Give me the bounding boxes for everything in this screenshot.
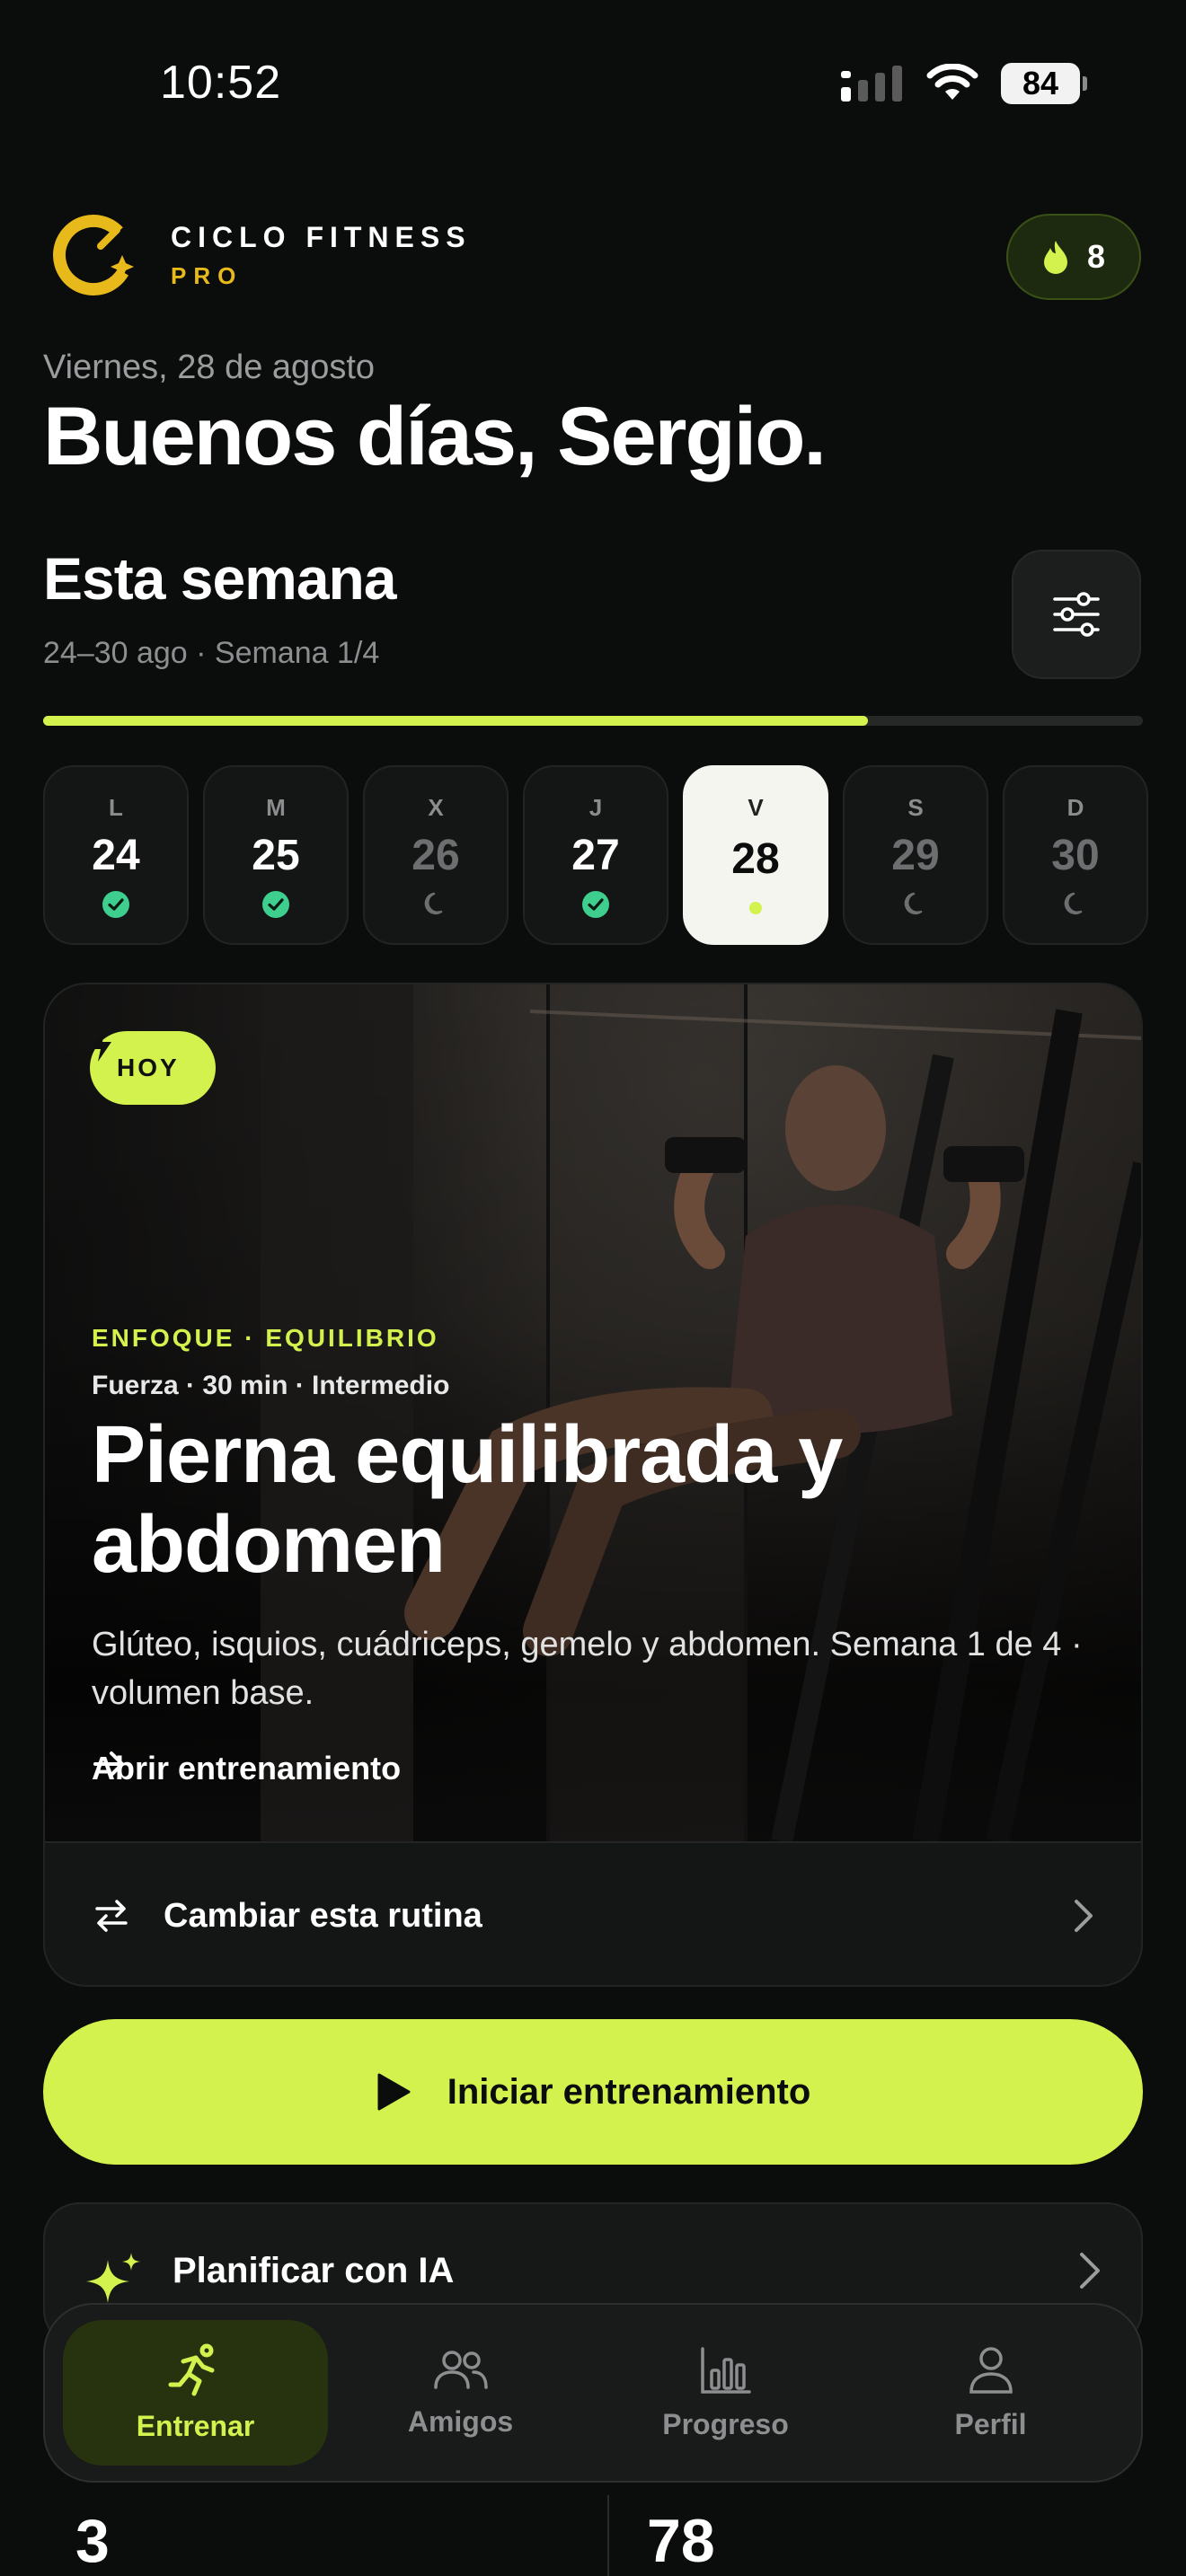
- nav-label: Entrenar: [136, 2409, 255, 2442]
- moon-icon: [1064, 892, 1083, 915]
- day-selector: L 24 M 25 X 26 J 27 V 28 S 29 D 30: [43, 765, 1148, 945]
- day-30[interactable]: D 30: [1003, 765, 1148, 945]
- today-badge: HOY: [90, 1031, 216, 1105]
- play-icon: [377, 2073, 411, 2111]
- day-letter: V: [748, 794, 764, 821]
- status-time: 10:52: [160, 57, 282, 109]
- day-letter: M: [266, 794, 286, 821]
- moon-icon: [424, 892, 443, 915]
- start-workout-label: Iniciar entrenamiento: [447, 2071, 811, 2112]
- bottom-nav: Entrenar Amigos Progreso Perfil: [43, 2303, 1143, 2483]
- runner-icon: [168, 2343, 214, 2395]
- wifi-icon: [926, 64, 978, 100]
- swap-icon: [95, 1900, 128, 1932]
- flame-icon: [1043, 241, 1067, 274]
- day-28[interactable]: V 28: [683, 765, 828, 945]
- day-29[interactable]: S 29: [843, 765, 988, 945]
- day-letter: S: [907, 794, 924, 821]
- nav-label: Amigos: [407, 2404, 514, 2438]
- day-letter: X: [428, 794, 444, 821]
- stat-value-right: 78: [647, 2507, 715, 2575]
- check-circle-icon: [582, 891, 609, 918]
- streak-badge[interactable]: 8: [1006, 214, 1141, 300]
- nav-item-progreso[interactable]: Progreso: [593, 2320, 858, 2466]
- day-status: [749, 893, 762, 923]
- sliders-icon: [1053, 592, 1100, 637]
- day-27[interactable]: J 27: [523, 765, 668, 945]
- day-letter: D: [1067, 794, 1084, 821]
- sparkles-icon: [86, 2253, 140, 2303]
- filter-button[interactable]: [1012, 550, 1141, 679]
- brand-name: CICLO FITNESS: [171, 221, 472, 253]
- friends-icon: [433, 2350, 488, 2389]
- greeting-title: Buenos días, Sergio.: [43, 391, 827, 482]
- nav-item-entrenar[interactable]: Entrenar: [63, 2320, 328, 2466]
- day-number: 30: [1051, 832, 1100, 879]
- workout-card[interactable]: HOY ENFOQUE · EQUILIBRIO Fuerza · 30 min…: [43, 983, 1143, 1987]
- day-status: [581, 889, 610, 920]
- status-icons: 84: [841, 63, 1087, 104]
- day-status: [421, 889, 450, 920]
- open-workout-label: Abrir entrenamiento: [92, 1750, 402, 1786]
- today-dot: [749, 902, 762, 914]
- day-status: [1061, 889, 1090, 920]
- day-number: 24: [92, 832, 140, 879]
- ai-plan-label: Planificar con IA: [173, 2251, 455, 2290]
- chevron-right-icon: [1075, 1900, 1093, 1932]
- chart-icon: [700, 2346, 751, 2394]
- week-progress-bar: [43, 716, 1143, 726]
- week-subtitle: 24–30 ago · Semana 1/4: [43, 636, 380, 670]
- nav-item-perfil[interactable]: Perfil: [858, 2320, 1123, 2466]
- workout-focus: ENFOQUE · EQUILIBRIO: [92, 1324, 439, 1352]
- day-number: 29: [891, 832, 940, 879]
- today-badge-label: HOY: [117, 1054, 180, 1081]
- battery-indicator: 84: [1001, 63, 1087, 104]
- bolt-icon: [92, 1031, 111, 1062]
- day-24[interactable]: L 24: [43, 765, 189, 945]
- app-logo-icon: [52, 215, 134, 296]
- day-number: 27: [571, 832, 620, 879]
- day-number: 28: [731, 835, 780, 883]
- profile-icon: [969, 2346, 1013, 2394]
- nav-item-amigos[interactable]: Amigos: [328, 2320, 593, 2466]
- nav-label: Progreso: [662, 2407, 789, 2440]
- signal-icon: [841, 66, 902, 101]
- workout-meta: Fuerza · 30 min · Intermedio: [92, 1371, 450, 1400]
- streak-count: 8: [1086, 238, 1106, 275]
- day-status: [102, 889, 130, 920]
- day-status: [901, 889, 930, 920]
- arrow-right-icon: [93, 1751, 124, 1777]
- week-title: Esta semana: [43, 545, 397, 612]
- week-progress-fill: [43, 716, 868, 726]
- workout-description: Glúteo, isquios, cuádriceps, gemelo y ab…: [92, 1626, 1083, 1712]
- current-date: Viernes, 28 de agosto: [43, 348, 376, 386]
- stat-value-left: 3: [75, 2507, 110, 2575]
- day-number: 26: [412, 832, 460, 879]
- open-workout-link[interactable]: Abrir entrenamiento: [92, 1750, 401, 1787]
- change-routine-row[interactable]: Cambiar esta rutina: [45, 1841, 1141, 1985]
- start-workout-button[interactable]: Iniciar entrenamiento: [43, 2019, 1143, 2165]
- nav-label: Perfil: [954, 2407, 1027, 2440]
- day-letter: J: [589, 794, 603, 821]
- stat-divider: [607, 2495, 609, 2576]
- day-25[interactable]: M 25: [203, 765, 349, 945]
- day-26[interactable]: X 26: [363, 765, 509, 945]
- day-letter: L: [109, 794, 123, 821]
- workout-title: Pierna equilibrada y abdomen: [92, 1410, 843, 1590]
- check-circle-icon: [102, 891, 129, 918]
- day-status: [261, 889, 290, 920]
- brand-subtitle: PRO: [171, 262, 243, 289]
- moon-icon: [904, 892, 923, 915]
- change-routine-label: Cambiar esta rutina: [164, 1896, 482, 1935]
- day-number: 25: [252, 832, 300, 879]
- check-circle-icon: [262, 891, 289, 918]
- chevron-right-icon: [1080, 2253, 1100, 2289]
- workout-hero-image: HOY ENFOQUE · EQUILIBRIO Fuerza · 30 min…: [45, 984, 1141, 1841]
